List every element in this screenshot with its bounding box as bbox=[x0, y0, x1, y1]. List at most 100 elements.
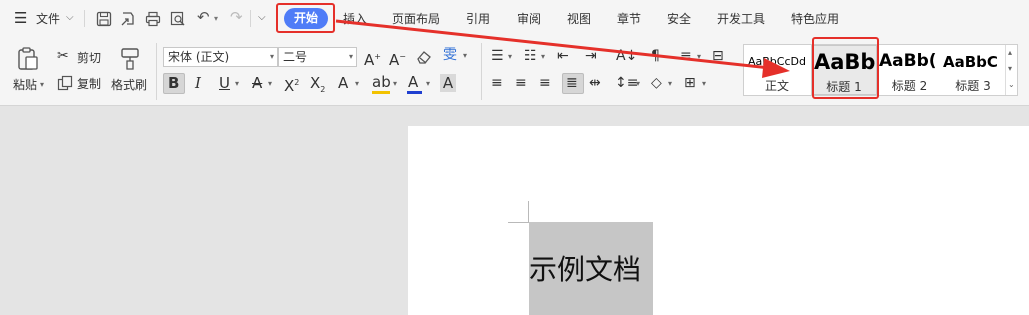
hamburger-menu-icon[interactable]: ☰ bbox=[14, 10, 27, 26]
increase-font-size-icon[interactable]: A+ bbox=[364, 48, 381, 69]
file-chevron-down-icon[interactable]: ⌵ bbox=[66, 10, 74, 26]
text-effect-dropdown-icon[interactable]: ▾ bbox=[355, 79, 359, 88]
style-heading-3-sample: AaBbC bbox=[943, 53, 998, 71]
bold-icon[interactable]: B bbox=[168, 74, 179, 92]
indent-marker-dropdown-icon[interactable]: ▾ bbox=[697, 52, 701, 61]
paste-icon[interactable] bbox=[15, 46, 41, 72]
style-gallery: AaBbCcDd 正文 AaBb 标题 1 AaBb( 标题 2 AaBbC 标… bbox=[743, 44, 1018, 96]
gallery-up-icon[interactable]: ▴ bbox=[1008, 48, 1012, 57]
highlight-dropdown-icon[interactable]: ▾ bbox=[393, 79, 397, 88]
cut-button[interactable]: 剪切 bbox=[77, 50, 101, 66]
bullet-list-icon[interactable]: ☰ bbox=[491, 47, 504, 65]
tab-featured-apps[interactable]: 特色应用 bbox=[791, 11, 839, 27]
line-spacing-icon[interactable]: ↕≡ bbox=[615, 74, 638, 92]
tab-references[interactable]: 引用 bbox=[466, 11, 490, 27]
font-size-dropdown-icon[interactable]: ▾ bbox=[349, 48, 353, 66]
margin-corner-mark bbox=[508, 222, 529, 223]
export-icon[interactable] bbox=[119, 10, 137, 28]
undo-icon[interactable]: ↶ bbox=[197, 9, 210, 25]
font-size-value: 二号 bbox=[283, 50, 308, 64]
decrease-indent-icon[interactable]: ⇤ bbox=[557, 47, 569, 65]
document-page[interactable]: 示例文档 bbox=[408, 126, 1029, 315]
document-workspace: 示例文档 bbox=[0, 106, 1029, 315]
save-icon[interactable] bbox=[95, 10, 113, 28]
font-size-select[interactable]: 二号 ▾ bbox=[278, 47, 357, 67]
print-icon[interactable] bbox=[144, 10, 162, 28]
borders-icon[interactable]: ⊞ bbox=[684, 74, 696, 92]
text-effect-icon[interactable]: A bbox=[338, 74, 348, 92]
gallery-down-icon[interactable]: ▾ bbox=[1008, 64, 1012, 73]
paste-dropdown-icon[interactable]: ▾ bbox=[40, 80, 44, 89]
tab-view[interactable]: 视图 bbox=[567, 11, 591, 27]
phonetic-guide-dropdown-icon[interactable]: ▾ bbox=[463, 51, 467, 60]
table-of-contents-icon[interactable]: ⊟ bbox=[712, 47, 724, 65]
gallery-more-icon[interactable]: ⌄ bbox=[1008, 80, 1015, 89]
format-painter-icon[interactable] bbox=[118, 46, 142, 72]
underline-icon[interactable]: U bbox=[219, 74, 230, 92]
customize-toolbar-icon[interactable]: ⌵ bbox=[258, 10, 266, 26]
font-name-dropdown-icon[interactable]: ▾ bbox=[270, 48, 274, 66]
decrease-font-size-icon[interactable]: A− bbox=[389, 48, 406, 69]
strikethrough-icon[interactable]: A bbox=[252, 74, 262, 92]
copy-button[interactable]: 复制 bbox=[77, 76, 101, 92]
divider bbox=[250, 10, 251, 27]
file-menu[interactable]: 文件 bbox=[36, 11, 60, 27]
align-right-icon[interactable]: ≡ bbox=[539, 74, 551, 92]
increase-indent-icon[interactable]: ⇥ bbox=[585, 47, 597, 65]
align-center-icon[interactable]: ≡ bbox=[515, 74, 527, 92]
document-selected-text[interactable]: 示例文档 bbox=[529, 254, 641, 286]
align-justify-icon[interactable]: ≣ bbox=[566, 74, 578, 92]
clear-formatting-icon[interactable] bbox=[415, 48, 433, 66]
bullet-list-dropdown-icon[interactable]: ▾ bbox=[508, 52, 512, 61]
copy-icon[interactable] bbox=[57, 75, 73, 91]
align-left-icon[interactable]: ≡ bbox=[491, 74, 503, 92]
cut-icon[interactable]: ✂ bbox=[57, 48, 69, 64]
font-name-select[interactable]: 宋体 (正文) ▾ bbox=[163, 47, 278, 67]
phonetic-guide-icon[interactable]: 雯 bbox=[443, 46, 457, 64]
character-shading-icon[interactable]: A bbox=[440, 74, 456, 92]
annotation-highlight-heading-1 bbox=[812, 37, 879, 99]
style-heading-2-sample: AaBb( bbox=[879, 51, 937, 71]
shading-icon[interactable]: ◇ bbox=[651, 74, 662, 92]
style-heading-3-label: 标题 3 bbox=[955, 79, 991, 93]
font-name-value: 宋体 (正文) bbox=[168, 50, 230, 64]
style-heading-2-label: 标题 2 bbox=[891, 79, 928, 93]
shading-dropdown-icon[interactable]: ▾ bbox=[668, 79, 672, 88]
superscript-icon[interactable]: X2 bbox=[284, 74, 299, 95]
style-heading-3[interactable]: AaBbC 标题 3 bbox=[942, 45, 1004, 95]
sort-icon[interactable]: A↓ bbox=[616, 47, 637, 65]
annotation-highlight-start-tab bbox=[276, 3, 335, 33]
divider bbox=[481, 43, 482, 100]
highlight-icon[interactable]: ab bbox=[372, 73, 391, 91]
undo-dropdown-icon[interactable]: ▾ bbox=[214, 11, 218, 27]
strikethrough-dropdown-icon[interactable]: ▾ bbox=[268, 79, 272, 88]
indent-marker-icon[interactable]: ≡ bbox=[680, 47, 692, 65]
tab-page-layout[interactable]: 页面布局 bbox=[392, 11, 440, 27]
paste-button[interactable]: 粘贴 bbox=[13, 77, 37, 93]
style-normal[interactable]: AaBbCcDd 正文 bbox=[744, 45, 810, 95]
redo-icon[interactable]: ↷ bbox=[230, 9, 243, 25]
highlight-color-bar bbox=[372, 91, 390, 94]
style-heading-2[interactable]: AaBb( 标题 2 bbox=[878, 45, 941, 95]
print-preview-icon[interactable] bbox=[169, 10, 187, 28]
tab-chapter[interactable]: 章节 bbox=[617, 11, 641, 27]
tab-insert[interactable]: 插入 bbox=[343, 11, 367, 27]
borders-dropdown-icon[interactable]: ▾ bbox=[702, 79, 706, 88]
format-painter-button[interactable]: 格式刷 bbox=[111, 77, 147, 93]
menu-bar: ☰ 文件 ⌵ ↶ ▾ ↷ ⌵ 开始 插入 页面布局 引用 审阅 视图 章节 安全… bbox=[0, 0, 1029, 37]
tab-developer-tools[interactable]: 开发工具 bbox=[717, 11, 765, 27]
numbered-list-icon[interactable]: ☷ bbox=[524, 47, 537, 65]
tab-review[interactable]: 审阅 bbox=[517, 11, 541, 27]
divider bbox=[156, 43, 157, 100]
show-marks-icon[interactable]: ¶ bbox=[651, 47, 660, 65]
tab-security[interactable]: 安全 bbox=[667, 11, 691, 27]
font-color-icon[interactable]: A bbox=[408, 73, 418, 91]
italic-icon[interactable]: I bbox=[195, 74, 201, 92]
numbered-list-dropdown-icon[interactable]: ▾ bbox=[541, 52, 545, 61]
style-gallery-scroll[interactable]: ▴ ▾ ⌄ bbox=[1005, 45, 1017, 95]
distributed-align-icon[interactable]: ⇹ bbox=[589, 74, 601, 92]
subscript-icon[interactable]: X2 bbox=[310, 74, 325, 99]
line-spacing-dropdown-icon[interactable]: ▾ bbox=[636, 79, 640, 88]
underline-dropdown-icon[interactable]: ▾ bbox=[235, 79, 239, 88]
font-color-dropdown-icon[interactable]: ▾ bbox=[426, 79, 430, 88]
